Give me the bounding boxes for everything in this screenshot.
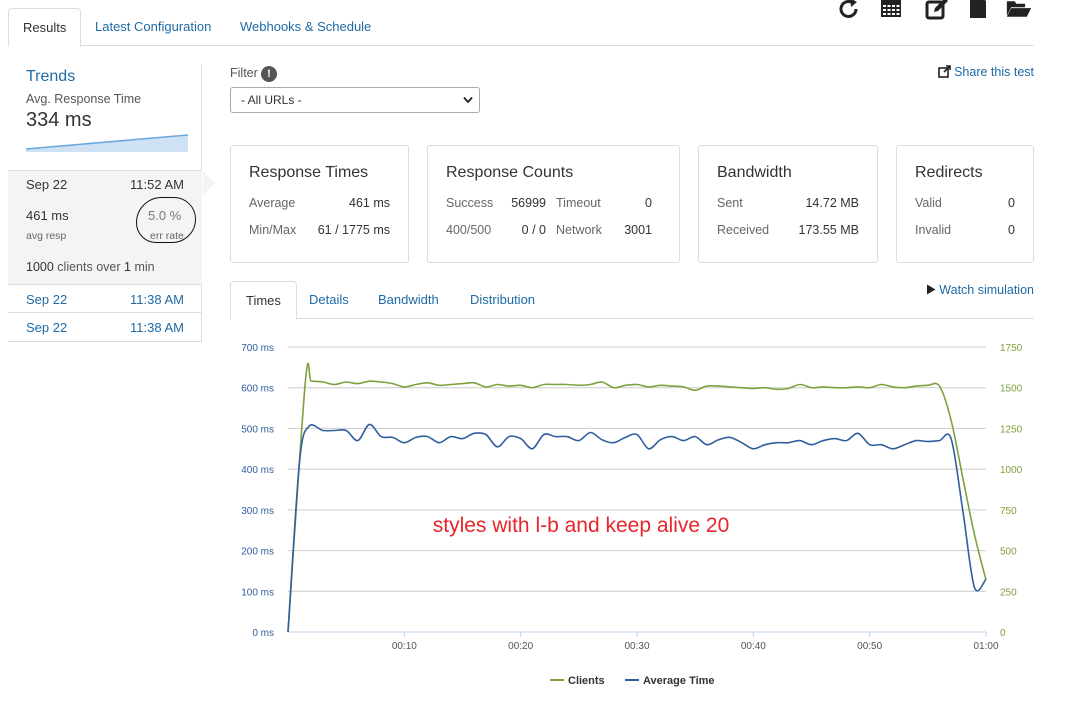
y-left-tick-label: 200 ms <box>241 547 274 558</box>
y-left-tick-label: 300 ms <box>241 506 274 517</box>
y-right-tick-label: 1250 <box>1000 424 1023 435</box>
x-tick-label: 00:10 <box>392 641 417 652</box>
y-right-tick-label: 750 <box>1000 506 1017 517</box>
y-left-tick-label: 0 ms <box>252 628 274 639</box>
times-chart: 0 ms 0 100 ms 250 200 ms 500 300 ms 750 400 ms 10… <box>241 343 1023 687</box>
y-left-tick-label: 500 ms <box>241 424 274 435</box>
x-tick-label: 01:00 <box>973 641 998 652</box>
legend-label-clients[interactable]: Clients <box>568 675 605 687</box>
x-tick-label: 00:40 <box>741 641 766 652</box>
chart-legend: Clients Average Time <box>550 675 715 687</box>
legend-label-average-time[interactable]: Average Time <box>643 675 715 687</box>
chart-annotation: styles with l-b and keep alive 20 <box>433 514 730 537</box>
y-right-tick-label: 0 <box>1000 628 1006 639</box>
x-tick-label: 00:50 <box>857 641 882 652</box>
y-right-tick-label: 250 <box>1000 587 1017 598</box>
y-right-tick-label: 500 <box>1000 547 1017 558</box>
y-left-tick-label: 600 ms <box>241 384 274 395</box>
y-left-tick-label: 100 ms <box>241 587 274 598</box>
y-left-tick-label: 700 ms <box>241 343 274 354</box>
x-tick-label: 00:30 <box>624 641 649 652</box>
x-tick-label: 00:20 <box>508 641 533 652</box>
y-left-tick-label: 400 ms <box>241 465 274 476</box>
y-right-tick-label: 1000 <box>1000 465 1023 476</box>
y-right-tick-label: 1750 <box>1000 343 1023 354</box>
y-right-tick-label: 1500 <box>1000 384 1023 395</box>
